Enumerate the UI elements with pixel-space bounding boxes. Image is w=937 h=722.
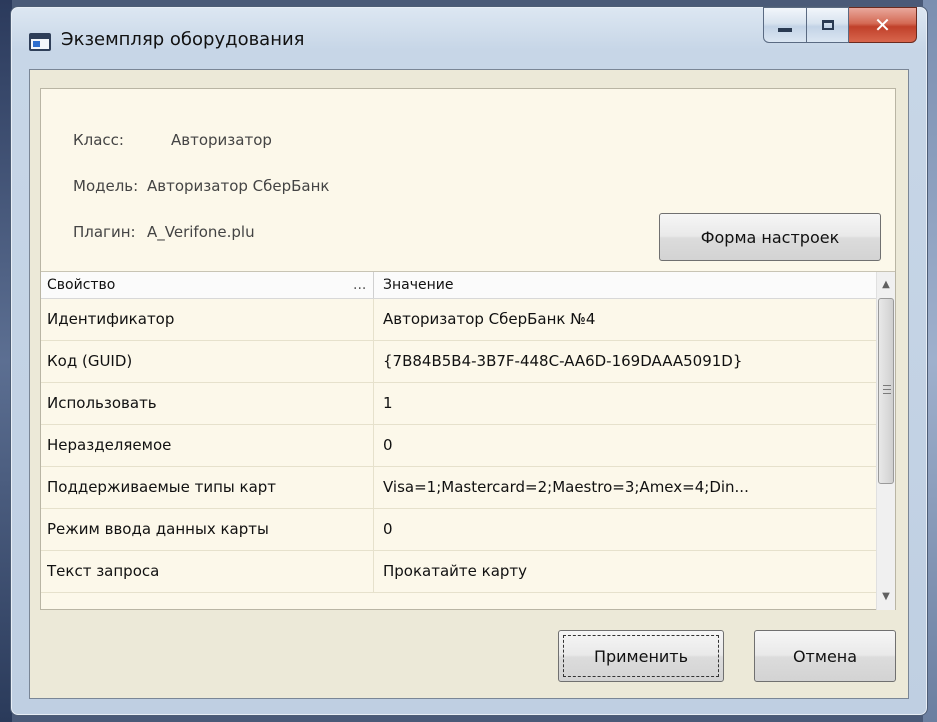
maximize-icon bbox=[821, 20, 834, 30]
properties-grid: Свойство ... Значение Идентификатор Авто… bbox=[41, 271, 895, 610]
table-row[interactable]: Идентификатор Авторизатор СберБанк №4 bbox=[41, 299, 876, 341]
table-row[interactable]: Режим ввода данных карты 0 bbox=[41, 509, 876, 551]
column-overflow-indicator: ... bbox=[353, 277, 367, 293]
close-button[interactable]: ✕ bbox=[849, 7, 917, 43]
close-icon: ✕ bbox=[874, 13, 891, 37]
table-row[interactable]: Код (GUID) {7B84B5B4-3B7F-448C-AA6D-169D… bbox=[41, 341, 876, 383]
value-cell[interactable]: 1 bbox=[383, 394, 871, 412]
table-row[interactable]: Поддерживаемые типы карт Visa=1;Masterca… bbox=[41, 467, 876, 509]
value-cell[interactable]: Авторизатор СберБанк №4 bbox=[383, 310, 871, 328]
table-row[interactable]: Текст запроса Прокатайте карту bbox=[41, 551, 876, 593]
cell-divider bbox=[373, 509, 374, 550]
settings-form-button[interactable]: Форма настроек bbox=[659, 213, 881, 261]
cell-divider bbox=[373, 383, 374, 424]
window-app-icon[interactable] bbox=[29, 33, 51, 51]
property-cell: Поддерживаемые типы карт bbox=[47, 478, 277, 496]
model-value: Авторизатор СберБанк bbox=[147, 177, 330, 195]
value-cell[interactable]: 0 bbox=[383, 520, 871, 538]
value-cell[interactable]: Visa=1;Mastercard=2;Maestro=3;Amex=4;Din… bbox=[383, 478, 871, 496]
cancel-button[interactable]: Отмена bbox=[754, 630, 896, 682]
cell-divider bbox=[373, 467, 374, 508]
caption-buttons: ✕ bbox=[763, 7, 917, 47]
cell-divider bbox=[373, 425, 374, 466]
value-cell[interactable]: 0 bbox=[383, 436, 871, 454]
title-bar[interactable]: Экземпляр оборудования ✕ bbox=[11, 7, 927, 69]
class-label: Класс: bbox=[73, 131, 124, 149]
value-cell[interactable]: {7B84B5B4-3B7F-448C-AA6D-169DAAA5091D} bbox=[383, 352, 871, 370]
plugin-value: A_Verifone.plu bbox=[147, 223, 255, 241]
property-cell: Идентификатор bbox=[47, 310, 175, 328]
property-cell: Режим ввода данных карты bbox=[47, 520, 269, 538]
model-row: Модель: Авторизатор СберБанк bbox=[73, 177, 329, 195]
focus-rectangle bbox=[563, 635, 719, 677]
apply-button[interactable]: Применить bbox=[558, 630, 724, 682]
column-header-property[interactable]: Свойство bbox=[47, 277, 115, 293]
cell-divider bbox=[373, 341, 374, 382]
plugin-label: Плагин: bbox=[73, 223, 136, 241]
property-cell: Неразделяемое bbox=[47, 436, 172, 454]
thumb-grip-line bbox=[883, 385, 891, 386]
minimize-icon bbox=[778, 28, 792, 32]
property-cell: Код (GUID) bbox=[47, 352, 133, 370]
column-divider[interactable] bbox=[373, 272, 374, 298]
dialog-client-area: Класс: Авторизатор Модель: Авторизатор Сбе… bbox=[29, 69, 909, 699]
grid-header: Свойство ... Значение bbox=[41, 272, 876, 299]
minimize-button[interactable] bbox=[763, 7, 807, 43]
maximize-button[interactable] bbox=[807, 7, 849, 43]
grid-vertical-scrollbar[interactable]: ▲ ▼ bbox=[876, 272, 895, 610]
column-header-value[interactable]: Значение bbox=[383, 277, 453, 293]
plugin-row: Плагин: A_Verifone.plu bbox=[73, 223, 255, 241]
cell-divider bbox=[373, 299, 374, 340]
thumb-grip-line bbox=[883, 389, 891, 390]
class-row: Класс: Авторизатор bbox=[73, 131, 272, 149]
cell-divider bbox=[373, 551, 374, 592]
scroll-up-icon[interactable]: ▲ bbox=[877, 276, 895, 294]
table-row[interactable]: Использовать 1 bbox=[41, 383, 876, 425]
model-label: Модель: bbox=[73, 177, 139, 195]
equipment-panel: Класс: Авторизатор Модель: Авторизатор Сбе… bbox=[40, 88, 896, 610]
dialog-window: Экземпляр оборудования ✕ Класс: Авторизат… bbox=[10, 6, 928, 716]
scrollbar-thumb[interactable] bbox=[878, 298, 894, 484]
property-cell: Использовать bbox=[47, 394, 157, 412]
property-cell: Текст запроса bbox=[47, 562, 160, 580]
table-row[interactable]: Неразделяемое 0 bbox=[41, 425, 876, 467]
scroll-down-icon[interactable]: ▼ bbox=[877, 588, 895, 606]
class-value: Авторизатор bbox=[171, 131, 272, 149]
thumb-grip-line bbox=[883, 393, 891, 394]
value-cell[interactable]: Прокатайте карту bbox=[383, 562, 871, 580]
grid-rows: Идентификатор Авторизатор СберБанк №4 Ко… bbox=[41, 299, 876, 593]
window-title: Экземпляр оборудования bbox=[61, 29, 305, 50]
